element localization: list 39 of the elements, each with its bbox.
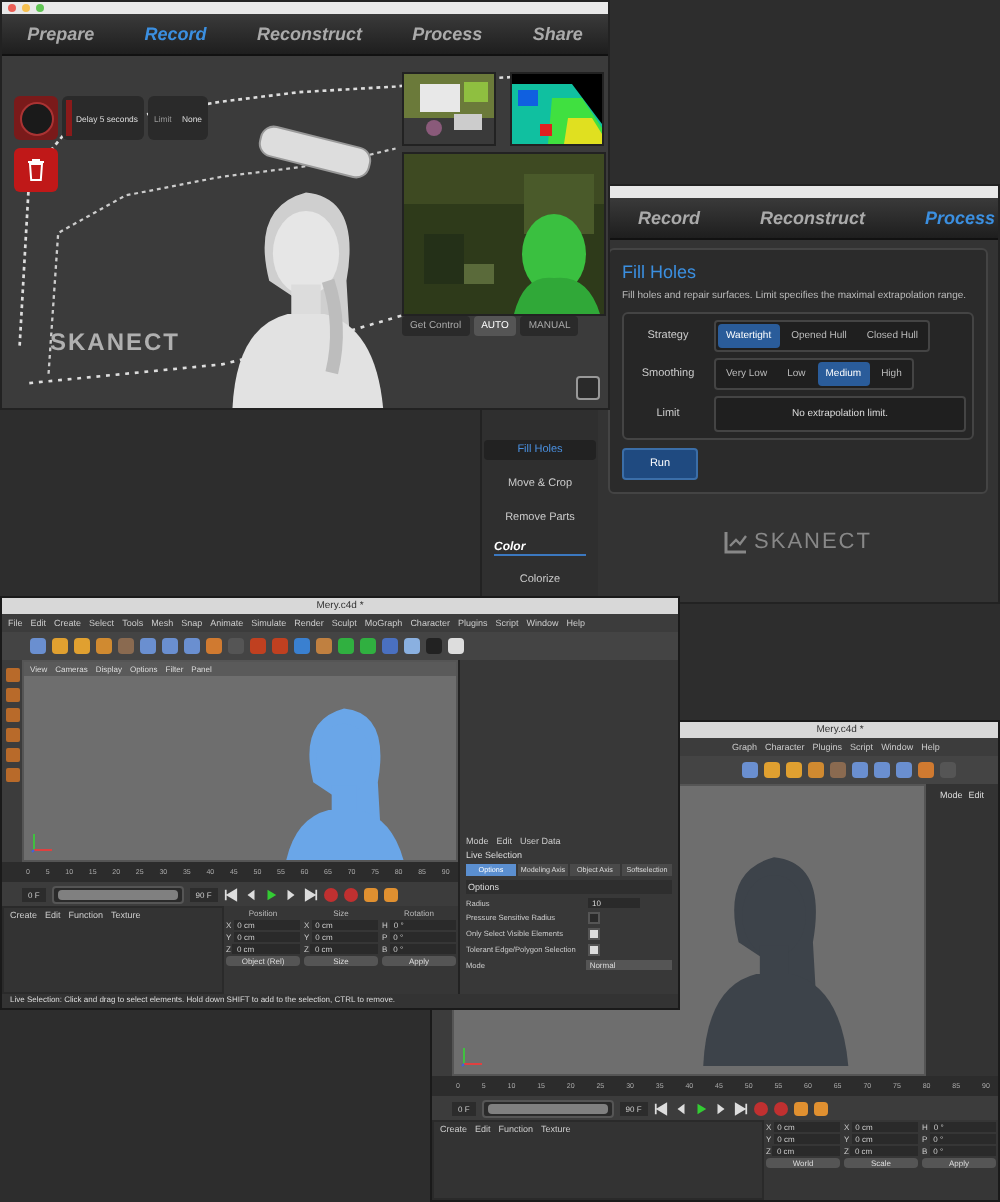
axis-icon bbox=[30, 830, 54, 854]
step-back-icon[interactable] bbox=[673, 1101, 688, 1115]
trash-icon bbox=[26, 158, 46, 182]
checkbox[interactable] bbox=[588, 944, 600, 956]
step-forward-icon[interactable] bbox=[283, 887, 298, 901]
minimize-icon[interactable] bbox=[22, 4, 30, 12]
step-back-icon[interactable] bbox=[243, 887, 258, 901]
maximize-icon[interactable] bbox=[36, 4, 44, 12]
go-end-icon[interactable] bbox=[733, 1101, 748, 1115]
play-icon[interactable] bbox=[263, 887, 278, 901]
go-start-icon[interactable] bbox=[653, 1101, 668, 1115]
step-forward-icon[interactable] bbox=[713, 1101, 728, 1115]
frame-slider[interactable] bbox=[481, 1099, 614, 1117]
tab[interactable]: Reconstruct bbox=[256, 24, 362, 44]
logo-text: SKANECT bbox=[754, 529, 872, 553]
record-key-icon[interactable] bbox=[343, 887, 358, 901]
frame-slider[interactable] bbox=[51, 885, 184, 903]
record-key-icon[interactable] bbox=[753, 1101, 768, 1115]
logo-text: SKANECT bbox=[50, 328, 181, 356]
record-key-icon[interactable] bbox=[773, 1101, 788, 1115]
logo-icon bbox=[724, 529, 749, 553]
play-icon[interactable] bbox=[693, 1101, 708, 1115]
fullscreen-button[interactable] bbox=[576, 376, 600, 400]
panel-title: Fill Holes bbox=[622, 262, 699, 282]
tab[interactable]: Process bbox=[925, 208, 996, 228]
tab[interactable]: Process bbox=[412, 24, 483, 44]
checkbox[interactable] bbox=[588, 912, 600, 924]
tab[interactable]: Record bbox=[638, 208, 701, 228]
go-end-icon[interactable] bbox=[303, 887, 318, 901]
tab[interactable]: Record bbox=[144, 24, 207, 44]
delete-button[interactable] bbox=[14, 148, 58, 192]
axis-icon bbox=[460, 1044, 484, 1068]
tab[interactable]: Share bbox=[532, 24, 583, 44]
close-icon[interactable] bbox=[8, 4, 16, 12]
tab[interactable]: Prepare bbox=[27, 24, 95, 44]
tab[interactable]: Reconstruct bbox=[760, 208, 866, 228]
checkbox[interactable] bbox=[588, 928, 600, 940]
record-key-icon[interactable] bbox=[323, 887, 338, 901]
go-start-icon[interactable] bbox=[223, 887, 238, 901]
